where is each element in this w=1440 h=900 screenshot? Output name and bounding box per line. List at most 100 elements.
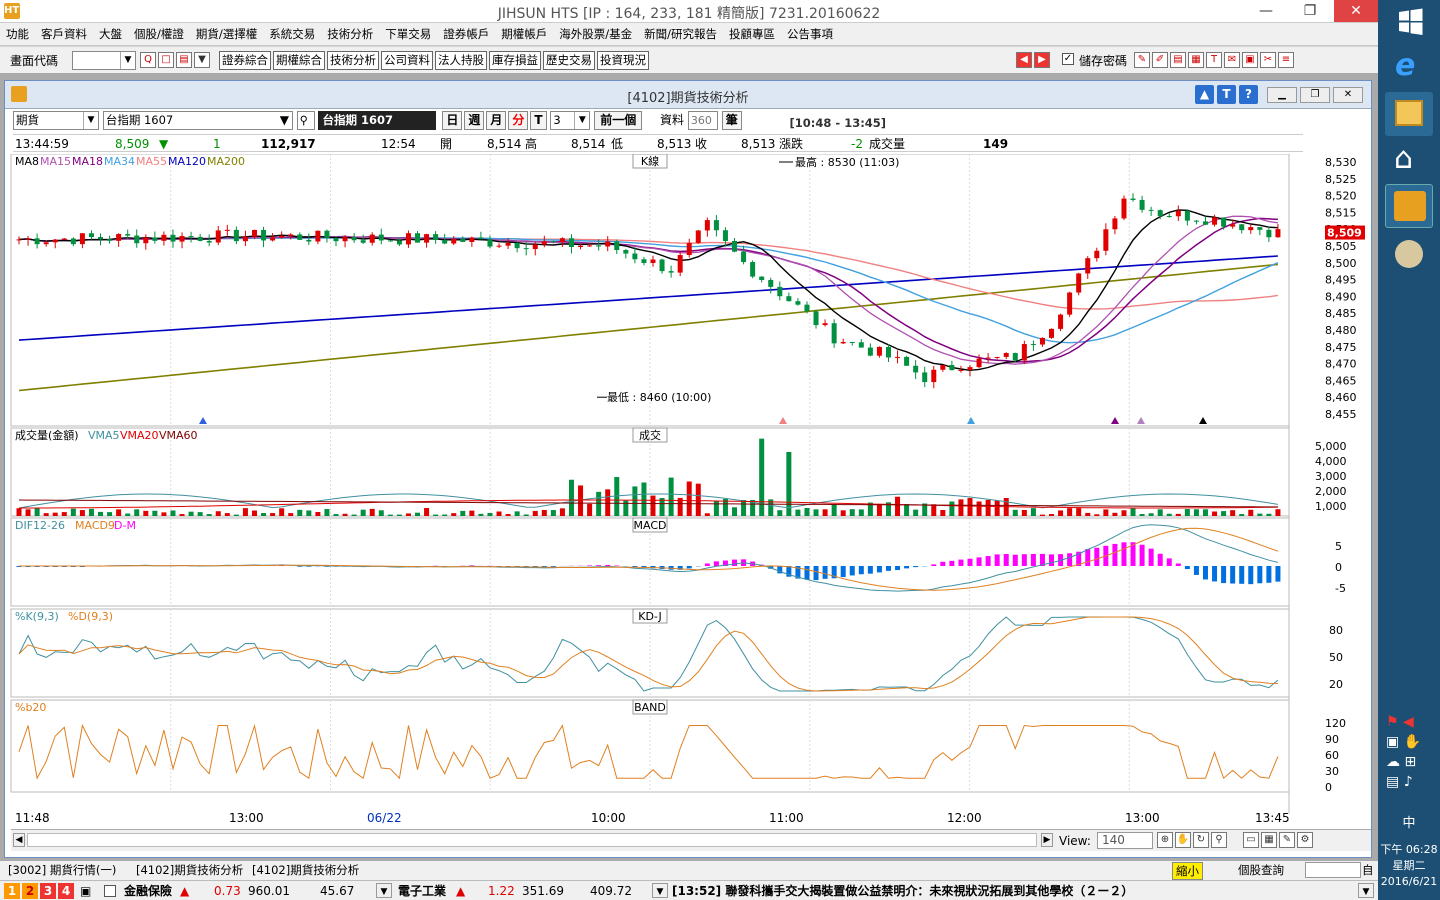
ime-indicator[interactable]: 中 [1378, 812, 1440, 831]
pen-icon[interactable]: ✎ [1134, 52, 1150, 68]
image-icon[interactable]: ▣ [1242, 52, 1258, 68]
news-ticker[interactable]: [13:52] 聯發科攜手交大揭裝置做公益禁明介：未來視狀況拓展到其他學校（２ー… [672, 883, 1133, 899]
edit-icon[interactable]: ✐ [1152, 52, 1168, 68]
menu-item-0[interactable]: 功能 [0, 23, 35, 45]
page-3-button[interactable]: 3 [40, 883, 56, 899]
maximize-button[interactable]: ❐ [1290, 0, 1330, 22]
tab-4102-a[interactable]: [4102]期貨技術分析 [136, 862, 243, 878]
text-button[interactable]: T [1217, 85, 1236, 104]
menu-item-6[interactable]: 技術分析 [321, 23, 379, 45]
function-button-7[interactable]: 投資現況 [597, 51, 649, 70]
zoom-icon[interactable]: ⊕ [1157, 832, 1173, 848]
ie-icon[interactable]: e [1385, 42, 1433, 86]
window-icon[interactable]: □ [158, 52, 174, 68]
tab-3002[interactable]: [3002] 期貨行情(一) [8, 862, 116, 878]
function-button-3[interactable]: 公司資料 [381, 51, 433, 70]
windows-start-icon[interactable] [1385, 0, 1433, 44]
tab-4102-b[interactable]: [4102]期貨技術分析 [252, 862, 359, 878]
windows-tray-icon[interactable]: ⊞ [1404, 754, 1416, 770]
forward-arrow-icon[interactable]: ▶ [1034, 52, 1050, 68]
refresh-icon[interactable]: ↻ [1193, 832, 1209, 848]
back-arrow-icon[interactable]: ◀ [1016, 52, 1032, 68]
list-icon[interactable]: ≡ [1278, 52, 1294, 68]
auto-button[interactable]: 自 [1362, 862, 1374, 878]
page-2-button[interactable]: 2 [22, 883, 38, 899]
ticker-checkbox[interactable] [104, 885, 116, 897]
dropdown-icon[interactable]: ▼ [194, 52, 210, 68]
home-icon[interactable]: ⌂ [1385, 137, 1433, 181]
explorer-icon[interactable] [1385, 92, 1433, 136]
page-1-button[interactable]: 1 [4, 883, 20, 899]
menu-item-12[interactable]: 投顧專區 [723, 23, 781, 45]
menu-item-4[interactable]: 期貨/選擇權 [190, 23, 263, 45]
scroll-right-button[interactable]: ▶ [1041, 833, 1053, 847]
magnify-icon[interactable]: ⚲ [1211, 832, 1227, 848]
period-button-3[interactable]: 分 [508, 111, 529, 130]
sector-b-dropdown[interactable]: ▼ [652, 883, 668, 898]
menu-item-2[interactable]: 大盤 [93, 23, 128, 45]
up-button[interactable]: ▲ [1195, 85, 1214, 104]
settings-icon[interactable]: ⚙ [1297, 832, 1313, 848]
menu-item-3[interactable]: 個股/權證 [128, 23, 190, 45]
function-button-0[interactable]: 證券綜合 [219, 51, 271, 70]
hts-app-icon[interactable] [1385, 184, 1433, 228]
type-select[interactable]: 期貨 ▼ [13, 111, 99, 130]
cursor-icon[interactable]: ✋ [1175, 832, 1191, 848]
menu-item-11[interactable]: 新聞/研究報告 [638, 23, 723, 45]
period-button-2[interactable]: 月 [486, 111, 507, 130]
window-split-icon[interactable]: ▭ [1243, 832, 1259, 848]
scroll-left-button[interactable]: ◀ [13, 833, 25, 847]
print-icon[interactable]: ▤ [176, 52, 192, 68]
function-button-1[interactable]: 期權綜合 [273, 51, 325, 70]
network-tray-icon[interactable]: ▣ [1386, 734, 1399, 750]
menu-item-13[interactable]: 公告事項 [781, 23, 839, 45]
period-button-1[interactable]: 週 [464, 111, 485, 130]
unit-button[interactable]: 筆 [721, 111, 742, 130]
clock-area[interactable]: 下午 06:28 星期二 2016/6/21 [1378, 842, 1440, 890]
child-close-button[interactable]: ✕ [1333, 87, 1363, 103]
calc-icon[interactable]: ▦ [1261, 832, 1277, 848]
search-icon[interactable]: Q [140, 52, 156, 68]
speaker-icon[interactable]: ♪ [1404, 774, 1413, 790]
print2-icon[interactable]: ▦ [1188, 52, 1204, 68]
paint-icon[interactable] [1385, 234, 1433, 278]
tools-icon[interactable]: ✂ [1260, 52, 1276, 68]
device-icon[interactable]: ▤ [1386, 774, 1399, 790]
save-password-checkbox[interactable]: ✓ [1062, 53, 1074, 65]
help-button[interactable]: ? [1239, 85, 1258, 104]
data-count-input[interactable]: 360 [687, 111, 718, 130]
sector-a-dropdown[interactable]: ▼ [376, 883, 392, 898]
code-input[interactable]: ▼ [72, 51, 136, 70]
child-restore-button[interactable]: ❐ [1300, 87, 1330, 103]
doc-icon[interactable]: ▤ [1170, 52, 1186, 68]
search-button[interactable]: ⚲ [296, 111, 315, 130]
menu-item-5[interactable]: 系統交易 [263, 23, 321, 45]
view-input[interactable]: 140 [1097, 832, 1153, 849]
mic-icon[interactable]: ✋ [1404, 734, 1421, 750]
child-minimize-button[interactable]: ▁ [1267, 87, 1297, 103]
lock-icon[interactable]: ▣ [80, 883, 91, 899]
period-button-4[interactable]: T [530, 111, 547, 130]
cloud-icon[interactable]: ☁ [1386, 754, 1400, 770]
minimize-button[interactable]: — [1246, 0, 1286, 22]
function-button-6[interactable]: 歷史交易 [543, 51, 595, 70]
function-button-5[interactable]: 庫存損益 [489, 51, 541, 70]
flag-icon[interactable]: ⚑ [1386, 714, 1399, 730]
menu-item-9[interactable]: 期權帳戶 [495, 23, 553, 45]
draw-icon[interactable]: ✎ [1279, 832, 1295, 848]
menu-item-1[interactable]: 客戶資料 [35, 23, 93, 45]
text-icon[interactable]: T [1206, 52, 1222, 68]
menu-item-10[interactable]: 海外股票/基金 [553, 23, 638, 45]
page-4-button[interactable]: 4 [58, 883, 74, 899]
interval-select[interactable]: 3 ▼ [550, 111, 591, 130]
stock-query-input[interactable] [1305, 862, 1361, 878]
menu-item-7[interactable]: 下單交易 [379, 23, 437, 45]
product-select[interactable]: 台指期 1607 ▼ [102, 111, 293, 130]
function-button-4[interactable]: 法人持股 [435, 51, 487, 70]
chart-area[interactable]: MA8 MA15 MA18 MA34 MA55 MA120 MA200 成交量(金額) VMA5… [7, 154, 1369, 826]
menu-item-8[interactable]: 證券帳戶 [437, 23, 495, 45]
function-button-2[interactable]: 技術分析 [327, 51, 379, 70]
horizontal-scrollbar[interactable] [27, 833, 1037, 847]
mail-icon[interactable]: ✉ [1224, 52, 1240, 68]
period-button-0[interactable]: 日 [442, 111, 463, 130]
